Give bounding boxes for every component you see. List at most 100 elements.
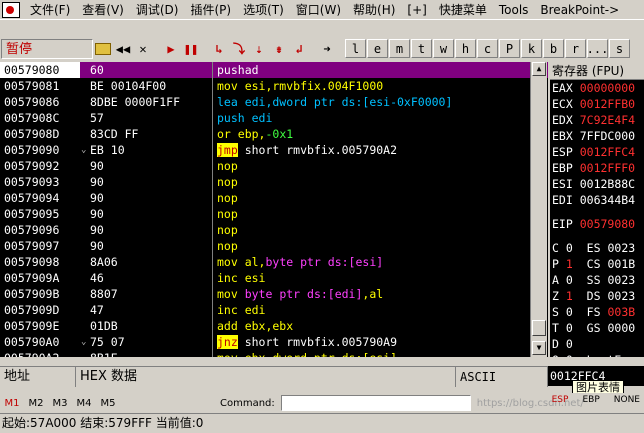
menu-breakpoint[interactable]: BreakPoint-> — [534, 3, 625, 17]
memory-tab-m5[interactable]: M5 — [96, 398, 120, 409]
patches-button[interactable]: P — [499, 39, 520, 58]
disasm-row[interactable]: 005790A0 ⌄ 75 07 jnz short rmvbfix.005790A9 — [0, 334, 548, 350]
close-icon[interactable]: ✕ — [133, 39, 153, 59]
flag-row[interactable]: Z 1 DS 0023 — [550, 288, 644, 304]
goto-icon[interactable]: ➜ — [317, 39, 337, 59]
memory-tab-m3[interactable]: M3 — [48, 398, 72, 409]
command-input[interactable] — [280, 395, 471, 411]
cpu-button[interactable]: c — [477, 39, 498, 58]
menu-view[interactable]: 查看(V) — [76, 1, 130, 18]
disasm-row[interactable]: 00579096 90 nop — [0, 222, 548, 238]
register-row[interactable]: EBX 7FFDC000 — [550, 128, 644, 144]
flag-row[interactable]: P 1 CS 001B — [550, 256, 644, 272]
registers-pane[interactable]: 寄存器 (FPU) EAX 00000000 ECX 0012FFB0 EDX 7C… — [550, 62, 644, 357]
disasm-row[interactable]: 0057909D 47 inc edi — [0, 302, 548, 318]
rewind-icon[interactable]: ◀◀ — [113, 39, 133, 59]
ollydbg-app-icon[interactable] — [2, 1, 20, 18]
stack-mode-none[interactable]: NONE — [614, 395, 640, 405]
pause-icon[interactable]: ❚❚ — [181, 39, 201, 59]
disasm-row[interactable]: 00579080 60 pushad — [0, 62, 548, 78]
menu-tools[interactable]: Tools — [493, 3, 535, 17]
source-button[interactable]: s — [609, 39, 630, 58]
disasm-hex-value: EB 10 — [90, 143, 125, 157]
menu-debug[interactable]: 调试(D) — [130, 1, 185, 18]
trace-into-icon[interactable]: ⇣ — [249, 39, 269, 59]
disasm-row[interactable]: 0057909A 46 inc esi — [0, 270, 548, 286]
register-row[interactable]: EDI 006344B4 — [550, 192, 644, 208]
scroll-down-icon[interactable]: ▼ — [532, 341, 546, 355]
execute-till-return-icon[interactable]: ↲ — [289, 39, 309, 59]
disasm-instruction: nop — [213, 158, 548, 174]
register-row-eip[interactable]: EIP 00579080 — [550, 216, 644, 232]
stack-mode-esp[interactable]: ESP — [552, 395, 569, 405]
flag-row[interactable]: D 0 — [550, 336, 644, 352]
register-row[interactable]: ECX 0012FFB0 — [550, 96, 644, 112]
modules-button[interactable]: e — [367, 39, 388, 58]
disasm-row[interactable]: 00579094 90 nop — [0, 190, 548, 206]
disasm-row[interactable]: 00579092 90 nop — [0, 158, 548, 174]
memory-tab-m4[interactable]: M4 — [72, 398, 96, 409]
disasm-row[interactable]: 0057908D 83CD FF or ebp,-0x1 — [0, 126, 548, 142]
disasm-row[interactable]: 00579098 8A06 mov al,byte ptr ds:[esi] — [0, 254, 548, 270]
handles-button[interactable]: h — [455, 39, 476, 58]
menu-shortcut[interactable]: 快捷菜单 — [433, 1, 493, 18]
run-trace-button[interactable]: ... — [587, 39, 608, 58]
disasm-row[interactable]: 00579097 90 nop — [0, 238, 548, 254]
memory-button[interactable]: m — [389, 39, 410, 58]
flag-row[interactable]: T 0 GS 0000 — [550, 320, 644, 336]
register-row[interactable]: EAX 00000000 — [550, 80, 644, 96]
disasm-row[interactable]: 00579081 BE 00104F00 mov esi,rmvbfix.004F1… — [0, 78, 548, 94]
disasm-address: 00579097 — [0, 238, 80, 254]
disasm-instruction: nop — [213, 206, 548, 222]
log-window-button[interactable]: l — [345, 39, 366, 58]
flag-name: P — [552, 257, 559, 271]
dump-col-ascii[interactable]: ASCII — [456, 366, 548, 387]
trace-over-icon[interactable]: ⇟ — [269, 39, 289, 59]
disasm-row[interactable]: 00579090 ⌄ EB 10 jmp short rmvbfix.005790A2 — [0, 142, 548, 158]
dump-col-address[interactable]: 地址 — [0, 366, 76, 387]
disasm-row[interactable]: 00579093 90 nop — [0, 174, 548, 190]
memory-tab-m2[interactable]: M2 — [24, 398, 48, 409]
register-row[interactable]: ESI 0012B88C — [550, 176, 644, 192]
threads-button[interactable]: t — [411, 39, 432, 58]
call-stack-button[interactable]: k — [521, 39, 542, 58]
menu-file[interactable]: 文件(F) — [24, 1, 76, 18]
register-row[interactable]: ESP 0012FFC4 — [550, 144, 644, 160]
menu-options[interactable]: 选项(T) — [237, 1, 290, 18]
step-into-icon[interactable]: ↳ — [209, 39, 229, 59]
menu-plus[interactable]: [+] — [401, 3, 432, 17]
flag-row[interactable]: A 0 SS 0023 — [550, 272, 644, 288]
step-over-icon[interactable]: ⤵ — [229, 39, 249, 59]
register-row[interactable]: EDX 7C92E4F4 — [550, 112, 644, 128]
disasm-hex: ⌄ 75 07 — [80, 334, 212, 350]
scroll-thumb[interactable] — [532, 320, 546, 336]
windows-button[interactable]: w — [433, 39, 454, 58]
flag-row[interactable]: C 0 ES 0023 — [550, 240, 644, 256]
dump-col-hex[interactable]: HEX 数据 — [76, 366, 456, 387]
disasm-row[interactable]: 0057909B 8807 mov byte ptr ds:[edi],al — [0, 286, 548, 302]
flag-row[interactable]: O 0 LastEr — [550, 352, 644, 357]
menu-help[interactable]: 帮助(H) — [347, 1, 401, 18]
menu-plugins[interactable]: 插件(P) — [184, 1, 237, 18]
stack-mode-ebp[interactable]: EBP — [582, 395, 599, 405]
disasm-row[interactable]: 00579095 90 nop — [0, 206, 548, 222]
disasm-hex: 90 — [80, 222, 212, 238]
disasm-hex-value: 57 — [90, 111, 104, 125]
disasm-row[interactable]: 0057909E 01DB add ebx,ebx — [0, 318, 548, 334]
open-folder-icon[interactable] — [93, 39, 113, 59]
memory-tab-m1[interactable]: M1 — [0, 398, 24, 409]
menu-window[interactable]: 窗口(W) — [290, 1, 347, 18]
disasm-hex-value: 90 — [90, 223, 104, 237]
flag-row[interactable]: S 0 FS 003B — [550, 304, 644, 320]
disassembly-pane[interactable]: 00579080 60 pushad 00579081 BE 00104F00 mov e… — [0, 62, 548, 357]
disasm-row[interactable]: 0057908C 57 push edi — [0, 110, 548, 126]
run-icon[interactable]: ▶ — [161, 39, 181, 59]
scroll-up-icon[interactable]: ▲ — [532, 62, 546, 76]
breakpoints-button[interactable]: b — [543, 39, 564, 58]
references-button[interactable]: r — [565, 39, 586, 58]
disasm-row[interactable]: 005790A2 8B1E mov ebx,dword ptr ds:[esi] — [0, 350, 548, 357]
disasm-row[interactable]: 00579086 8DBE 0000F1FF lea edi,dword ptr d… — [0, 94, 548, 110]
disasm-hex-value: 90 — [90, 175, 104, 189]
disassembly-scrollbar[interactable]: ▲ ▼ — [530, 62, 547, 357]
register-row[interactable]: EBP 0012FFF0 — [550, 160, 644, 176]
